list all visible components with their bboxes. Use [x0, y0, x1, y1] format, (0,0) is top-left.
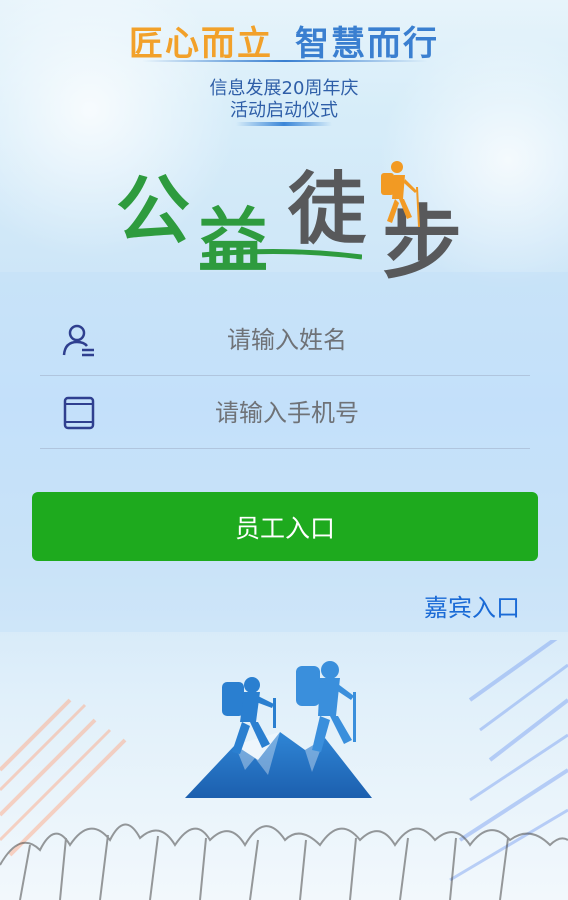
- slogan: 匠心而立 智慧而行: [0, 16, 568, 65]
- logo-swoosh: [202, 248, 362, 260]
- user-icon: [62, 324, 94, 357]
- slogan-part1: 匠心而立: [129, 24, 273, 64]
- phone-field-row: [40, 376, 530, 449]
- logo-char: 徒: [288, 164, 367, 255]
- logo-char: 益: [198, 199, 268, 282]
- subtitle-underline: [236, 122, 332, 126]
- tablet-icon: [63, 396, 95, 430]
- mountain-climbers-illustration: [0, 640, 568, 900]
- name-field-row: [40, 303, 530, 376]
- hiker-icon: [381, 161, 420, 228]
- phone-input[interactable]: [120, 390, 454, 436]
- login-page: 匠心而立 智慧而行 信息发展20周年庆 活动启动仪式 公 益 徒 步 请输入姓名…: [0, 0, 568, 900]
- employee-entry-button[interactable]: 员工入口: [32, 492, 538, 561]
- charity-hike-logo: 公 益 徒 步: [110, 145, 480, 290]
- guest-entry-link[interactable]: 嘉宾入口: [424, 588, 520, 623]
- name-input[interactable]: [120, 317, 454, 363]
- slogan-part2: 智慧而行: [295, 24, 439, 64]
- logo-char: 公: [116, 168, 190, 254]
- event-subtitle-line2: 活动启动仪式: [230, 100, 338, 121]
- slogan-underline: [142, 60, 428, 62]
